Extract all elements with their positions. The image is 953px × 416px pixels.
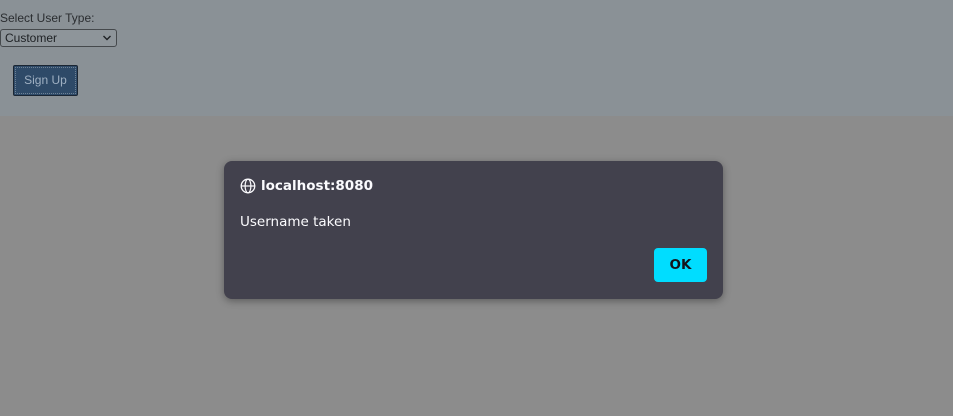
user-type-select[interactable]: Customer <box>0 29 117 47</box>
globe-icon <box>240 178 256 194</box>
page-header-area: Select User Type: Customer Sign Up <box>0 0 953 116</box>
chevron-down-icon <box>103 35 111 41</box>
ok-button[interactable]: OK <box>654 248 707 282</box>
signup-button[interactable]: Sign Up <box>13 65 78 96</box>
dialog-header: localhost:8080 <box>240 177 373 195</box>
alert-dialog: localhost:8080 Username taken OK <box>224 161 723 299</box>
user-type-selected-value: Customer <box>5 31 58 45</box>
dialog-message: Username taken <box>240 214 351 230</box>
user-type-label: Select User Type: <box>0 11 95 25</box>
dialog-origin: localhost:8080 <box>261 178 373 194</box>
